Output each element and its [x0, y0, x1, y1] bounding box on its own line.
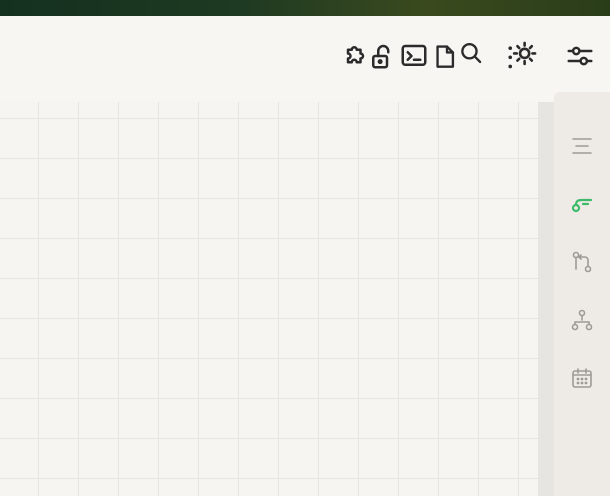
top-toolbar: [0, 16, 610, 92]
right-sidebar: [554, 92, 610, 496]
align-center-icon[interactable]: [568, 132, 596, 160]
file-search-icon[interactable]: [432, 38, 488, 74]
calendar-icon[interactable]: [568, 364, 596, 392]
git-pull-request-icon[interactable]: [568, 248, 596, 276]
grid-canvas[interactable]: [0, 102, 540, 496]
network-icon[interactable]: [568, 306, 596, 334]
sliders-icon[interactable]: [564, 38, 596, 74]
key-branch-icon[interactable]: [568, 190, 596, 218]
sun-dots-icon[interactable]: [504, 38, 540, 74]
unlock-icon[interactable]: [366, 38, 398, 74]
canvas-scrollbar[interactable]: [538, 102, 554, 496]
desktop-background: [0, 0, 610, 16]
app-window: [0, 16, 610, 496]
terminal-icon[interactable]: [398, 38, 430, 74]
